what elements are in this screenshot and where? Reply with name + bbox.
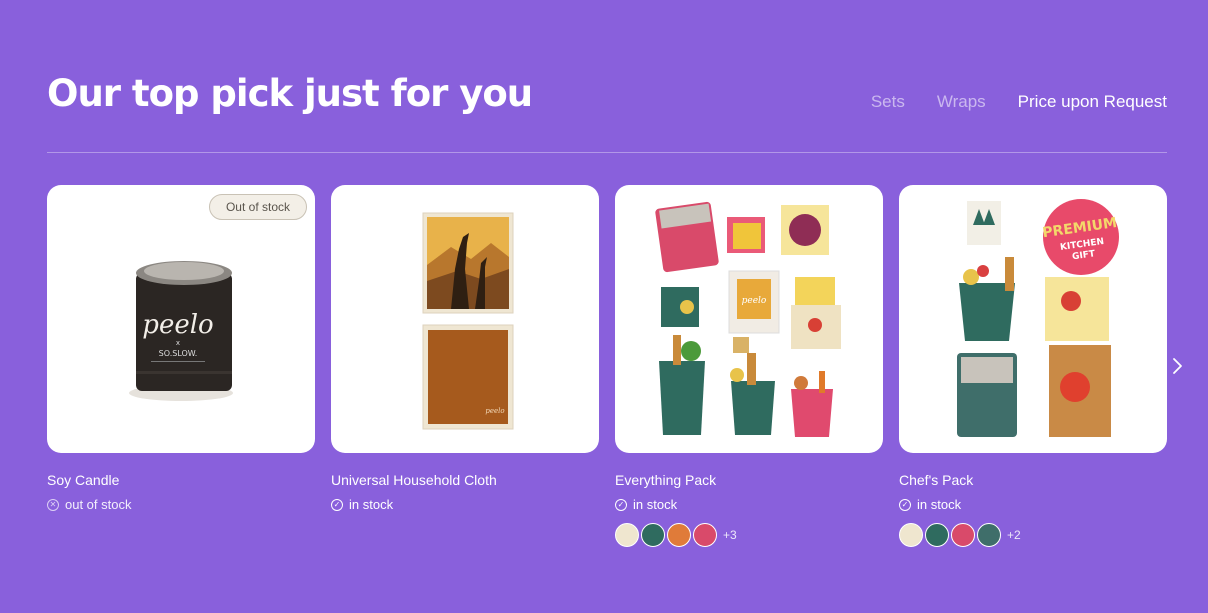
everything-pack-image: peelo	[655, 201, 841, 437]
divider	[47, 152, 1167, 153]
variant-swatch[interactable]	[693, 523, 717, 547]
variant-swatch[interactable]	[925, 523, 949, 547]
candle-tin-image: peelo x SO.SLOW.	[129, 261, 233, 401]
check-circle-icon: ✓	[615, 498, 627, 511]
product-card-everything-pack[interactable]: peelo Everything Pack ✓ in stock +3	[615, 185, 883, 547]
variant-swatch[interactable]	[951, 523, 975, 547]
svg-text:peelo: peelo	[485, 407, 504, 415]
chefs-pack-image: PREMIUM KITCHEN GIFT	[957, 199, 1119, 437]
svg-text:peelo: peelo	[142, 310, 213, 340]
product-card-chefs-pack[interactable]: PREMIUM KITCHEN GIFT Chef's Pack ✓ in st…	[899, 185, 1167, 547]
variant-swatch[interactable]	[899, 523, 923, 547]
variant-swatch[interactable]	[641, 523, 665, 547]
stock-status: ✓ in stock	[331, 497, 599, 512]
tab-wraps[interactable]: Wraps	[937, 92, 986, 112]
product-card-household-cloth[interactable]: peelo Universal Household Cloth ✓ in sto…	[331, 185, 599, 512]
stock-label: out of stock	[65, 497, 132, 512]
x-circle-icon: ✕	[47, 498, 59, 511]
svg-text:x: x	[176, 339, 180, 347]
stock-status: ✓ in stock	[899, 497, 1167, 512]
stock-label: in stock	[917, 497, 962, 512]
product-name[interactable]: Universal Household Cloth	[331, 472, 599, 488]
tab-price-upon-request[interactable]: Price upon Request	[1018, 92, 1167, 112]
cloth-image: peelo	[422, 212, 514, 430]
variant-swatch[interactable]	[667, 523, 691, 547]
variant-swatches: +3	[615, 523, 883, 547]
product-name[interactable]: Chef's Pack	[899, 472, 1167, 488]
svg-text:peelo: peelo	[742, 296, 767, 306]
svg-text:SO.SLOW.: SO.SLOW.	[159, 349, 198, 358]
product-name[interactable]: Everything Pack	[615, 472, 883, 488]
product-image[interactable]: peelo x SO.SLOW. Out of stock	[47, 185, 315, 453]
check-circle-icon: ✓	[331, 498, 343, 511]
tab-sets[interactable]: Sets	[871, 92, 905, 112]
check-circle-icon: ✓	[899, 498, 911, 511]
product-name[interactable]: Soy Candle	[47, 472, 315, 488]
carousel-next-button[interactable]	[1168, 354, 1188, 378]
stock-status: ✓ in stock	[615, 497, 883, 512]
product-card-soy-candle[interactable]: peelo x SO.SLOW. Out of stock Soy Candle…	[47, 185, 315, 512]
more-variants-count[interactable]: +2	[1007, 528, 1021, 542]
stock-label: in stock	[633, 497, 678, 512]
section-header: Our top pick just for you Sets Wraps Pri…	[47, 70, 1167, 120]
variant-swatch[interactable]	[615, 523, 639, 547]
product-carousel: peelo x SO.SLOW. Out of stock Soy Candle…	[47, 185, 1167, 565]
stock-status: ✕ out of stock	[47, 497, 315, 512]
section-title: Our top pick just for you	[47, 72, 533, 115]
variant-swatches: +2	[899, 523, 1167, 547]
stock-label: in stock	[349, 497, 394, 512]
product-image[interactable]: peelo	[331, 185, 599, 453]
status-badge: Out of stock	[208, 194, 307, 220]
product-image[interactable]: peelo	[615, 185, 883, 453]
chevron-right-icon	[1173, 358, 1182, 374]
product-image[interactable]: PREMIUM KITCHEN GIFT	[899, 185, 1167, 453]
more-variants-count[interactable]: +3	[723, 528, 737, 542]
variant-swatch[interactable]	[977, 523, 1001, 547]
filter-tabs: Sets Wraps Price upon Request	[871, 92, 1167, 112]
